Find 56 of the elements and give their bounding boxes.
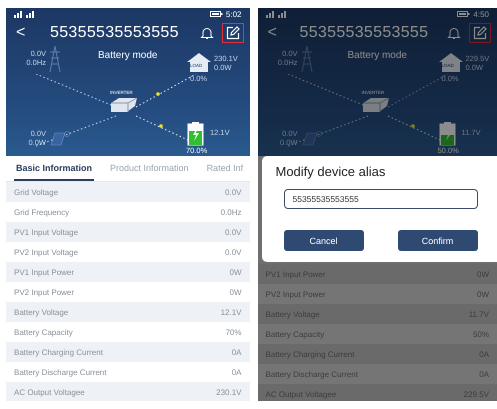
row-label: Battery Discharge Current [266,370,358,378]
inverter-icon [362,97,390,113]
edit-button[interactable] [469,23,491,43]
row-value: 0W [230,268,242,276]
row-value: 0.0V [225,228,242,236]
row-label: PV2 Input Power [266,290,326,298]
row-label: Battery Discharge Current [14,368,106,376]
device-title: 55355535553555 [298,24,430,42]
row-value: 12.1V [220,308,242,316]
dialog-title: Modify device alias [276,164,386,179]
inverter-icon [110,97,138,113]
row-value: 0W [230,288,242,296]
battery-status-icon [457,11,470,17]
row-value: 0.0V [225,188,242,196]
power-tower-icon [300,46,312,72]
edit-button[interactable] [222,23,244,43]
battery-icon [187,122,204,146]
row-value: 0A [232,348,242,356]
row-value: 230.1V [216,388,242,396]
confirm-button[interactable]: Confirm [398,230,478,251]
row-label: Battery Capacity [266,330,324,338]
signal-icon [266,10,288,18]
battery-icon [438,122,456,146]
solar-panel-icon [49,130,71,146]
signal-icon [14,10,36,18]
row-label: PV1 Input Power [14,268,74,276]
row-label: Grid Voltage [14,188,58,196]
row-value: 0.0Hz [220,208,242,216]
battery-status-icon [210,11,223,17]
solar-panel-icon [300,130,322,146]
cancel-button[interactable]: Cancel [284,230,364,251]
row-value: 0.0V [225,248,242,256]
row-label: Battery Voltage [14,308,68,316]
status-time: 4:50 [473,10,489,18]
row-value: 0A [479,370,489,378]
row-label: Grid Frequency [14,208,70,216]
back-button[interactable]: < [12,24,30,42]
row-value: 70% [225,328,242,336]
power-tower-icon [49,46,61,72]
row-value: 0A [232,368,242,376]
alias-input-field[interactable]: 55355535553555 [284,189,478,209]
mode-label: Battery mode [98,50,158,61]
row-label: PV2 Input Voltage [14,248,78,256]
mode-label: Battery mode [348,50,407,61]
row-value: 50% [472,330,489,338]
device-title: 55355535553555 [49,24,180,42]
status-time: 5:02 [226,10,242,18]
row-label: Battery Charging Current [14,348,103,356]
notification-icon[interactable] [447,26,461,40]
row-label: PV1 Input Voltage [14,228,78,236]
row-value: 0W [477,290,489,298]
back-button[interactable]: < [264,24,281,42]
notification-icon[interactable] [200,26,214,40]
row-label: AC Output Voltagee [14,388,85,396]
row-label: PV2 Input Power [14,288,74,296]
row-label: Battery Capacity [14,328,73,336]
